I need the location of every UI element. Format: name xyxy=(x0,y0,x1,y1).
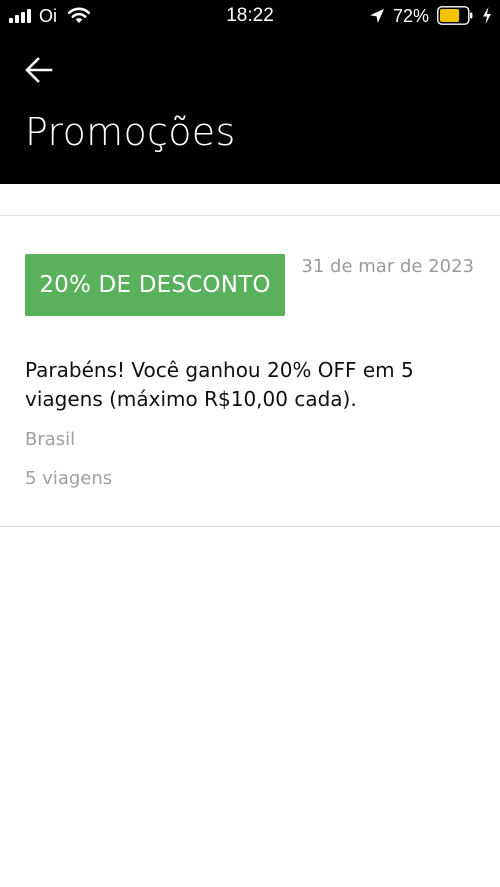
page-title: Promoções xyxy=(25,110,236,154)
app-header: Oi 18:22 72% Promoções xyxy=(0,0,500,184)
back-button[interactable] xyxy=(20,52,60,88)
promotion-date: 31 de mar de 2023 xyxy=(301,256,474,277)
discount-badge: 20% DE DESCONTO xyxy=(25,254,285,316)
promotion-trips-count: 5 viagens xyxy=(25,468,113,489)
charging-bolt-icon xyxy=(483,7,491,24)
promotion-region: Brasil xyxy=(25,429,76,450)
battery-icon xyxy=(437,6,473,25)
arrow-left-icon xyxy=(25,57,53,83)
status-bar: Oi 18:22 72% xyxy=(0,0,500,34)
promotion-card[interactable]: 20% DE DESCONTO 31 de mar de 2023 Parabé… xyxy=(0,215,500,527)
location-arrow-icon xyxy=(370,9,384,23)
battery-percentage: 72% xyxy=(393,6,430,26)
promotion-description: Parabéns! Você ganhou 20% OFF em 5 viage… xyxy=(25,358,414,411)
